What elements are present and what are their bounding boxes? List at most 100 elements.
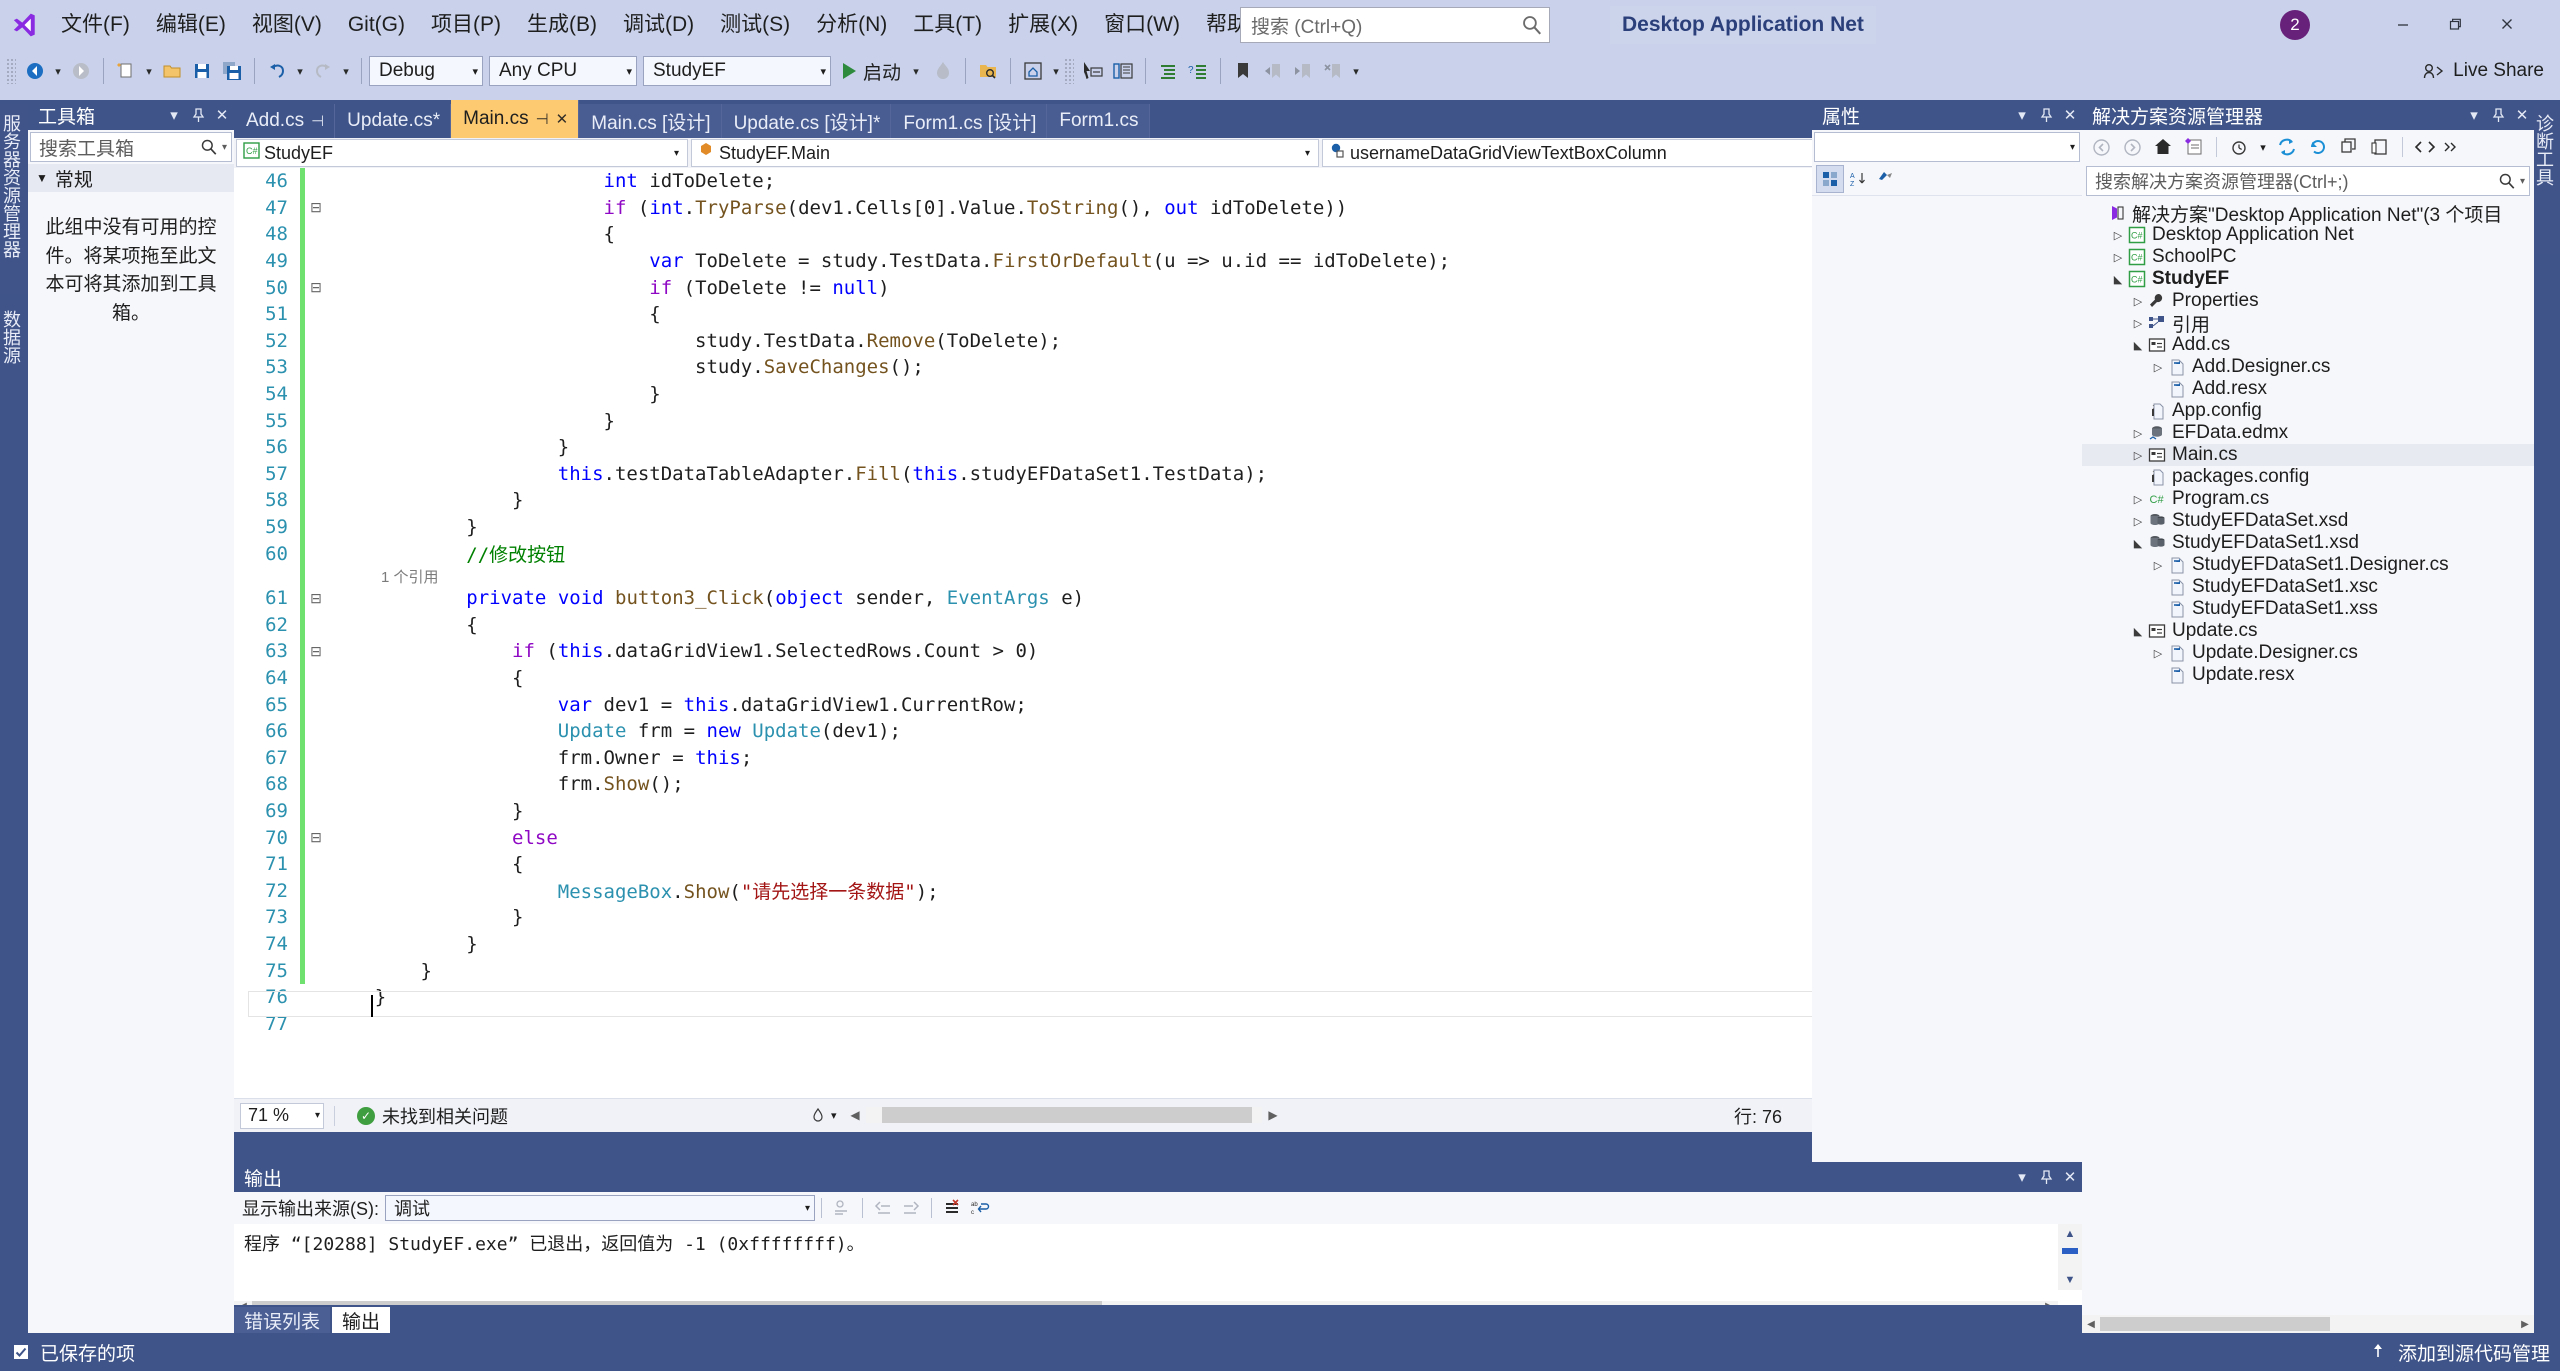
code-line[interactable]: 57 this.testDataTableAdapter.Fill(this.s… — [234, 461, 2082, 488]
window-layout-icon[interactable] — [1108, 55, 1138, 87]
dock-tab-diagnostic-tools[interactable]: 诊断工具 — [2534, 104, 2560, 254]
toolbar-grip[interactable] — [6, 58, 16, 84]
restore-icon[interactable] — [2432, 4, 2478, 44]
code-line[interactable]: 65 var dev1 = this.dataGridView1.Current… — [234, 691, 2082, 718]
scroll-right-icon[interactable]: ▶ — [2516, 1319, 2534, 1330]
live-share-button[interactable]: Live Share — [2423, 56, 2544, 86]
home-preview-icon[interactable] — [1018, 55, 1048, 87]
code-line[interactable]: 52 study.TestData.Remove(ToDelete); — [234, 328, 2082, 355]
output-vertical-scrollbar[interactable]: ▲ ▼ — [2058, 1224, 2082, 1290]
categorized-view-icon[interactable] — [1816, 165, 1844, 193]
scroll-up-icon[interactable]: ▲ — [2058, 1224, 2082, 1244]
code-reference-annotation[interactable]: 1 个引用 — [234, 567, 2082, 585]
tree-item[interactable]: ▷StudyEFDataSet.xsd — [2082, 510, 2534, 532]
account-badge[interactable]: 2 — [2280, 10, 2310, 40]
menu-window[interactable]: 窗口(W) — [1091, 5, 1193, 45]
toolbox-search-input[interactable]: 搜索工具箱 ▾ — [30, 132, 232, 162]
code-line[interactable]: 48 { — [234, 221, 2082, 248]
code-line[interactable]: 67 frm.Owner = this; — [234, 744, 2082, 771]
code-line[interactable]: 72 MessageBox.Show("请先选择一条数据"); — [234, 877, 2082, 904]
code-line[interactable]: 56 } — [234, 434, 2082, 461]
chevron-down-icon[interactable]: ◢ — [2110, 273, 2126, 286]
tree-item[interactable]: ▷C#SchoolPC — [2082, 246, 2534, 268]
solution-explorer-search-input[interactable]: 搜索解决方案资源管理器(Ctrl+;) ▾ — [2086, 166, 2530, 196]
tree-item[interactable]: ·解决方案"Desktop Application Net"(3 个项目 — [2082, 202, 2534, 224]
tree-item[interactable]: ·App.config — [2082, 400, 2534, 422]
tree-item[interactable]: ◢Update.cs — [2082, 620, 2534, 642]
pin-icon[interactable] — [2034, 1163, 2058, 1191]
navigate-forward-icon[interactable] — [66, 55, 96, 87]
code-line[interactable]: 58 } — [234, 487, 2082, 514]
code-view-icon[interactable] — [2410, 133, 2440, 161]
chevron-right-icon[interactable]: ▷ — [2110, 251, 2126, 264]
solution-configuration-combo[interactable]: Debug ▾ — [369, 56, 483, 86]
minimize-icon[interactable] — [2380, 4, 2426, 44]
chevron-down-icon[interactable]: ▾ — [831, 1109, 837, 1122]
editor-tab-add-cs[interactable]: Add.cs ⊣ — [234, 104, 335, 138]
editor-tab-main-cs[interactable]: Main.cs ⊣ ✕ — [451, 100, 579, 138]
tree-item[interactable]: ·packages.config — [2082, 466, 2534, 488]
menu-project[interactable]: 项目(P) — [418, 5, 514, 45]
close-icon[interactable]: ✕ — [210, 101, 234, 129]
open-folder-icon[interactable] — [157, 55, 187, 87]
chevron-down-icon[interactable]: ◢ — [2130, 537, 2146, 550]
outlining-toggle[interactable]: ⊟ — [305, 279, 327, 296]
tree-item[interactable]: ◢C#StudyEF — [2082, 268, 2534, 290]
dock-tab-server-explorer[interactable]: 服务器资源管理器 — [0, 104, 28, 294]
tree-item[interactable]: ·StudyEFDataSet1.xss — [2082, 598, 2534, 620]
chevron-right-icon[interactable]: ▷ — [2150, 361, 2166, 374]
save-all-icon[interactable] — [217, 55, 247, 87]
tree-item[interactable]: ·Update.resx — [2082, 664, 2534, 686]
hot-reload-icon[interactable] — [928, 55, 958, 87]
scroll-thumb[interactable] — [2062, 1248, 2078, 1254]
tree-item[interactable]: ▷引用 — [2082, 312, 2534, 334]
code-line[interactable]: 61⊟ private void button3_Click(object se… — [234, 585, 2082, 612]
bottom-tab-error-list[interactable]: 错误列表 — [234, 1307, 330, 1333]
tree-item[interactable]: ▷StudyEFDataSet1.Designer.cs — [2082, 554, 2534, 576]
chevron-down-icon[interactable]: ▾ — [222, 142, 227, 153]
code-line[interactable]: 50⊟ if (ToDelete != null) — [234, 274, 2082, 301]
home-icon[interactable] — [2148, 133, 2178, 161]
close-icon[interactable] — [2484, 4, 2530, 44]
code-editor-surface[interactable]: 46 int idToDelete;47⊟ if (int.TryParse(d… — [234, 168, 2082, 1098]
bookmark-icon[interactable] — [1228, 55, 1258, 87]
refresh-icon[interactable] — [2272, 133, 2302, 161]
zoom-level-combo[interactable]: 71 % ▾ — [240, 1103, 324, 1129]
show-all-files-icon[interactable] — [2224, 133, 2254, 161]
menu-tools[interactable]: 工具(T) — [900, 5, 995, 45]
code-line[interactable]: 46 int idToDelete; — [234, 168, 2082, 195]
editor-tab-form1-cs[interactable]: Form1.cs — [1047, 104, 1149, 138]
close-icon[interactable]: ✕ — [2058, 101, 2082, 129]
chevron-right-icon[interactable]: ▷ — [2130, 317, 2146, 330]
new-file-icon[interactable] — [111, 55, 141, 87]
scroll-thumb[interactable] — [2100, 1317, 2330, 1331]
output-source-combo[interactable]: 调试 ▾ — [385, 1195, 815, 1221]
redo-dropdown[interactable]: ▾ — [338, 55, 354, 87]
chevron-down-icon[interactable]: ▾ — [2255, 133, 2271, 161]
navigate-back-icon[interactable] — [20, 55, 50, 87]
code-line[interactable]: 69 } — [234, 798, 2082, 825]
go-to-next-icon[interactable] — [897, 1195, 925, 1221]
menu-debug[interactable]: 调试(D) — [610, 5, 707, 45]
tree-item[interactable]: ▷Properties — [2082, 290, 2534, 312]
menu-edit[interactable]: 编辑(E) — [143, 5, 239, 45]
source-control-label[interactable]: 添加到源代码管理 — [2398, 1339, 2550, 1366]
indent-icon[interactable] — [1153, 55, 1183, 87]
navigate-back-dropdown[interactable]: ▾ — [50, 55, 66, 87]
quick-launch-input[interactable]: 搜索 (Ctrl+Q) — [1251, 12, 1521, 39]
tree-item[interactable]: ▷Main.cs — [2082, 444, 2534, 466]
scroll-right-icon[interactable]: ▶ — [1262, 1108, 1284, 1122]
code-line[interactable]: 62 { — [234, 612, 2082, 639]
code-line[interactable]: 60 //修改按钮 — [234, 540, 2082, 567]
menu-git[interactable]: Git(G) — [335, 5, 418, 45]
window-dropdown-icon[interactable]: ▾ — [162, 101, 186, 129]
tree-item[interactable]: ▷C#Program.cs — [2082, 488, 2534, 510]
clear-bookmarks-icon[interactable] — [1318, 55, 1348, 87]
outlining-toggle[interactable]: ⊟ — [305, 829, 327, 846]
chevron-down-icon[interactable]: ▾ — [2520, 176, 2525, 187]
start-debugging-button[interactable]: 启动 ▾ — [837, 55, 928, 87]
menu-test[interactable]: 测试(S) — [707, 5, 803, 45]
tree-item[interactable]: ·StudyEFDataSet1.xsc — [2082, 576, 2534, 598]
solution-platform-combo[interactable]: Any CPU ▾ — [489, 56, 637, 86]
preview-dropdown[interactable]: ▾ — [1048, 55, 1064, 87]
